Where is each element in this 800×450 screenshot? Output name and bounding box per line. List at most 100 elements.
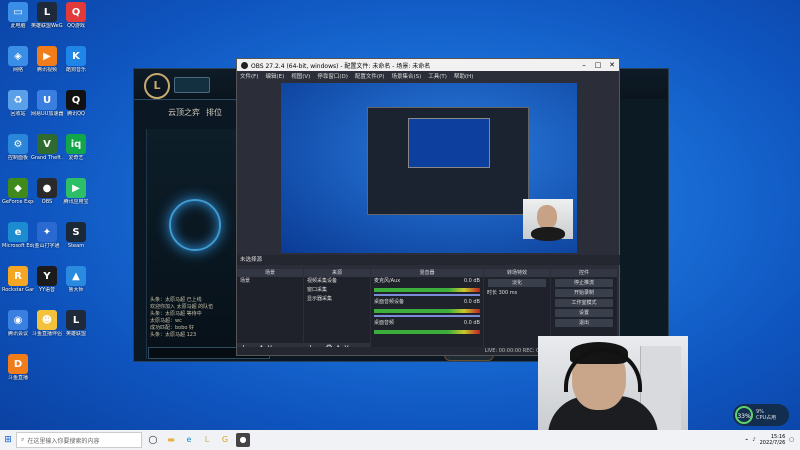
app-icon: ◈ [8, 46, 28, 66]
desktop-icon-label: Microsoft Edge [2, 243, 34, 249]
desktop-icon[interactable]: ✦ 金山打字通 [31, 222, 63, 249]
desktop-icon-label: 腾讯会议 [7, 331, 28, 337]
desktop-icon[interactable]: eMicrosoft Edge [2, 222, 34, 249]
obs-taskbar-icon[interactable]: ● [236, 433, 250, 447]
desktop-icon[interactable]: ♻ 回收站 [2, 90, 34, 117]
cpu-widget[interactable]: 33% 9% CPU占用 [733, 404, 789, 426]
desktop-icon-label: 网络 [12, 67, 23, 73]
desktop-icon[interactable]: ◉ 腾讯会议 [2, 310, 34, 337]
lol-logo-icon: L [144, 73, 170, 99]
task-view-icon[interactable]: ◯ [146, 433, 160, 447]
desktop-icon[interactable]: ● OBS [31, 178, 63, 205]
preview-webcam [523, 199, 573, 241]
start-recording-button[interactable]: 开始录制 [555, 289, 613, 297]
volume-slider[interactable] [374, 315, 480, 317]
taskbar: ⊞ ⌕ 在这里输入你要搜索的内容 ◯ ▬ e L G ● ⌁ ♪ 15:16 2… [0, 430, 800, 450]
close-icon[interactable]: ✕ [605, 61, 619, 69]
desktop-icon-label: 斗鱼直播 [7, 375, 28, 381]
desktop-icon[interactable]: ▶ 腾讯视频 [31, 46, 63, 73]
desktop-icon[interactable]: L英雄联盟WeGame版 [31, 2, 63, 29]
desktop-icon-label: 金山打字通 [34, 243, 60, 249]
menu-view[interactable]: 视图(V) [291, 72, 310, 80]
lol-nav-tft[interactable]: 云顶之弈 [168, 107, 200, 118]
desktop-icon[interactable]: S Steam [60, 222, 92, 249]
desktop-icon-label: Rockstar Games [2, 287, 34, 293]
desktop-icon[interactable]: ◆GeForce Experience [2, 178, 34, 205]
desktop-icon[interactable]: ▭ 此电脑 [2, 2, 34, 29]
cpu-label: CPU占用 [756, 415, 777, 421]
obs-preview[interactable] [281, 83, 577, 253]
mixer-dock: 混音器 麦克风/Aux 0.0 dB 桌面音频设备 0.0 dB 桌面音频 0.… [371, 269, 483, 353]
search-icon: ⌕ [21, 436, 25, 443]
source-item[interactable]: 窗口采集 [304, 286, 370, 295]
source-item[interactable]: 显示器采集 [304, 295, 370, 304]
desktop-icon-label: 酷狗音乐 [65, 67, 86, 73]
desktop-icon[interactable]: Q 腾讯QQ [60, 90, 92, 117]
desktop-icon[interactable]: ⚙ 控制面板 [2, 134, 34, 161]
network-icon[interactable]: ⌁ [745, 437, 748, 443]
menu-tools[interactable]: 工具(T) [428, 72, 447, 80]
menu-help[interactable]: 帮助(H) [454, 72, 473, 80]
file-explorer-icon[interactable]: ▬ [164, 433, 178, 447]
audio-meter [374, 288, 480, 292]
transition-duration[interactable]: 时长 300 ms [484, 289, 550, 298]
lol-taskbar-icon[interactable]: L [200, 433, 214, 447]
menu-profile[interactable]: 配置文件(P) [355, 72, 385, 80]
minimize-icon[interactable]: – [577, 61, 591, 69]
clock[interactable]: 15:16 2022/7/26 [760, 434, 786, 446]
transition-select[interactable]: 淡化 [488, 279, 546, 287]
scene-item[interactable]: 场景 [237, 277, 303, 286]
taskbar-search-box[interactable]: ⌕ 在这里输入你要搜索的内容 [16, 432, 142, 448]
desktop-icon[interactable]: iq 爱奇艺 [60, 134, 92, 161]
lol-play-button[interactable] [174, 77, 210, 93]
studio-mode-button[interactable]: 工作室模式 [555, 299, 613, 307]
transitions-dock-title: 转场特效 [484, 269, 550, 277]
menu-scene-collection[interactable]: 场景集合(S) [391, 72, 421, 80]
desktop-icon[interactable]: Y YY语音 [31, 266, 63, 293]
desktop-icon[interactable]: K 酷狗音乐 [60, 46, 92, 73]
volume-icon[interactable]: ♪ [752, 437, 755, 443]
maximize-icon[interactable]: □ [591, 61, 605, 69]
app-icon: ◉ [8, 310, 28, 330]
lol-nav-ranked[interactable]: 排位 [206, 107, 222, 118]
desktop-icon[interactable]: L 英雄联盟 [60, 310, 92, 337]
windows-start-icon[interactable]: ⊞ [0, 435, 16, 445]
desktop-icon[interactable]: RRockstar Games [2, 266, 34, 293]
sources-dock-title: 来源 [304, 269, 370, 277]
obs-menu-bar: 文件(F) 编辑(E) 视图(V) 停靠窗口(D) 配置文件(P) 场景集合(S… [237, 71, 619, 81]
desktop-icon[interactable]: VGrand Theft Auto V [31, 134, 63, 161]
exit-button[interactable]: 退出 [555, 319, 613, 327]
desktop-icon-label: 网易UU加速器 [31, 111, 63, 117]
menu-file[interactable]: 文件(F) [240, 72, 258, 80]
desktop-icon-label: OBS [41, 199, 53, 205]
app-icon: ☻ [37, 310, 57, 330]
app-icon: D [8, 354, 28, 374]
desktop-icon[interactable]: ◈ 网络 [2, 46, 34, 73]
edge-icon[interactable]: e [182, 433, 196, 447]
desktop-icon[interactable]: ▲ 鲁大师 [60, 266, 92, 293]
desktop-icon[interactable]: ☻ 斗鱼直播伴侣 [31, 310, 63, 337]
desktop-icon[interactable]: Q QQ游戏 [60, 2, 92, 29]
source-item[interactable]: 视频采集设备 [304, 277, 370, 286]
obs-logo-icon [241, 61, 248, 69]
system-tray: ⌁ ♪ 15:16 2022/7/26 ▢ [745, 434, 800, 446]
desktop-icons: ▭此电脑L英雄联盟WeGame版QQQ游戏◈网络▶腾讯视频K酷狗音乐♻回收站U网… [0, 0, 95, 430]
desktop-icon-label: 腾讯视频 [36, 67, 57, 73]
desktop-icon[interactable]: U 网易UU加速器 [31, 90, 63, 117]
notification-icon[interactable]: ▢ [789, 437, 794, 443]
obs-title-bar: OBS 27.2.4 (64-bit, windows) - 配置文件: 未命名… [237, 59, 619, 71]
stop-streaming-button[interactable]: 停止推流 [555, 279, 613, 287]
desktop-icon[interactable]: D 斗鱼直播 [2, 354, 34, 381]
obs-window[interactable]: OBS 27.2.4 (64-bit, windows) - 配置文件: 未命名… [236, 58, 620, 356]
app-icon: V [37, 134, 57, 154]
game-taskbar-icon[interactable]: G [218, 433, 232, 447]
menu-edit[interactable]: 编辑(E) [265, 72, 284, 80]
scenes-dock-title: 场景 [237, 269, 303, 277]
desktop-icon-label: 控制面板 [7, 155, 28, 161]
settings-button[interactable]: 设置 [555, 309, 613, 317]
app-icon: L [37, 2, 57, 22]
menu-docks[interactable]: 停靠窗口(D) [317, 72, 348, 80]
desktop-icon[interactable]: ▶ 腾讯应用宝 [60, 178, 92, 205]
app-icon: Y [37, 266, 57, 286]
volume-slider[interactable] [374, 294, 480, 296]
